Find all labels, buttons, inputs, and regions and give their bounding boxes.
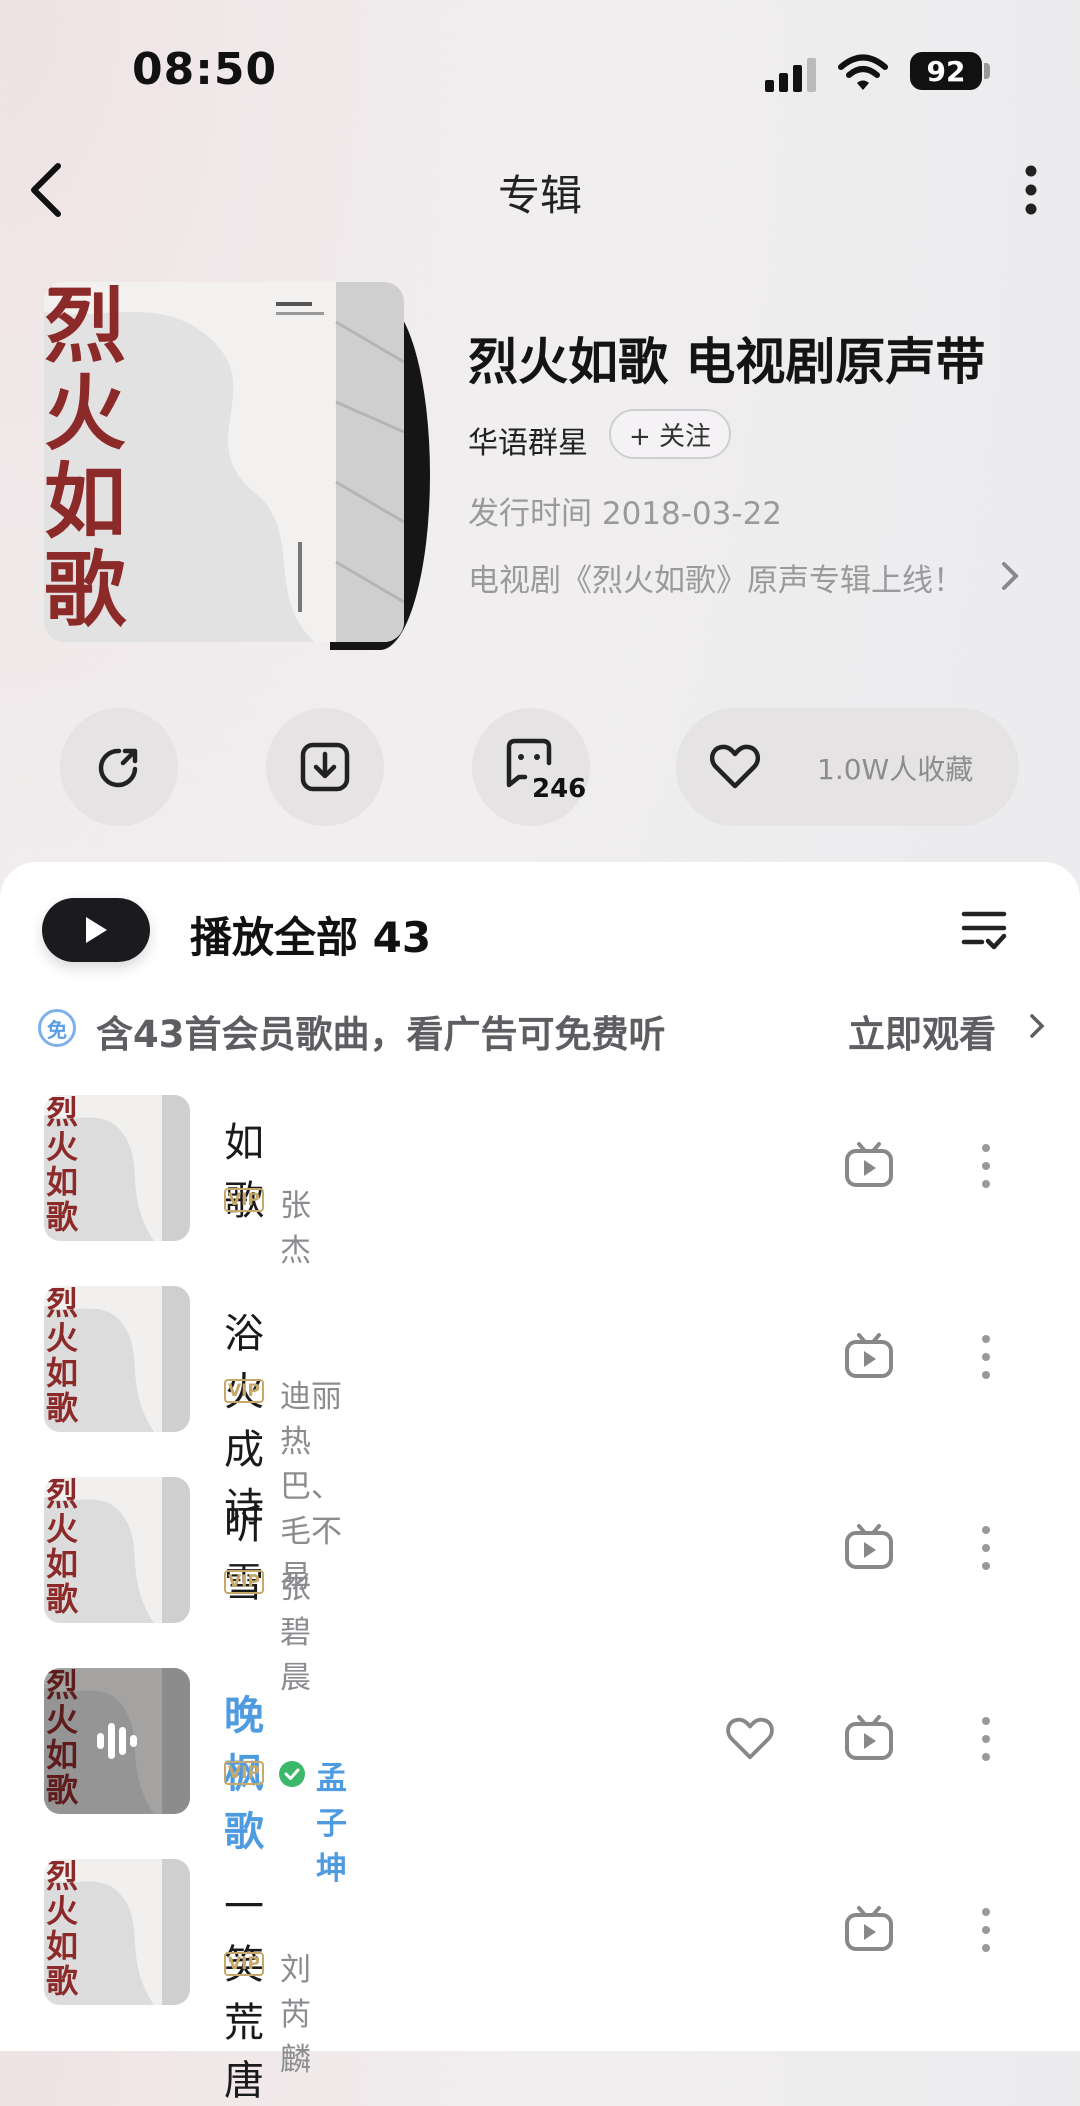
song-more-icon[interactable] xyxy=(976,1524,996,1572)
song-artist[interactable]: 张杰 xyxy=(280,1180,311,1270)
album-description[interactable]: 电视剧《烈火如歌》原声专辑上线！ xyxy=(468,555,964,600)
thumb-calligraphy: 烈火如歌 xyxy=(46,1286,79,1427)
wifi-icon xyxy=(838,54,888,90)
vip-badge: VIP xyxy=(224,1379,264,1403)
free-listen-icon: 免 xyxy=(38,1009,76,1047)
comment-count: 246 xyxy=(532,774,587,804)
vip-badge: VIP xyxy=(224,1761,264,1785)
download-icon xyxy=(300,742,350,792)
favorite-count: 1.0W人收藏 xyxy=(817,753,974,786)
thumb-calligraphy: 烈火如歌 xyxy=(46,1859,79,2000)
song-artist-playing[interactable]: 孟子坤 xyxy=(316,1753,347,1888)
mv-icon[interactable] xyxy=(844,1142,894,1188)
vip-badge: VIP xyxy=(224,1952,264,1976)
song-thumbnail[interactable]: 烈火如歌 xyxy=(44,1859,190,2005)
song-thumbnail[interactable]: 烈火如歌 xyxy=(44,1286,190,1432)
mv-icon[interactable] xyxy=(844,1524,894,1570)
verified-check-icon xyxy=(279,1761,305,1787)
song-more-icon[interactable] xyxy=(976,1715,996,1763)
thumb-calligraphy: 烈火如歌 xyxy=(46,1477,79,1618)
more-options-icon[interactable] xyxy=(1016,164,1046,216)
chevron-right-icon[interactable] xyxy=(1000,560,1020,592)
battery-tip xyxy=(984,63,990,79)
cellular-signal-icon xyxy=(765,58,816,92)
song-thumbnail[interactable]: 烈火如歌 xyxy=(44,1095,190,1241)
mv-icon[interactable] xyxy=(844,1333,894,1379)
song-artist[interactable]: 张碧晨 xyxy=(280,1562,311,1697)
play-icon xyxy=(86,917,107,943)
album-title: 烈火如歌 电视剧原声带 xyxy=(468,333,986,391)
watch-ad-button[interactable]: 立即观看 xyxy=(848,1004,996,1058)
song-more-icon[interactable] xyxy=(976,1333,996,1381)
favorite-heart-button[interactable] xyxy=(676,708,794,826)
share-button[interactable] xyxy=(60,708,178,826)
watch-chevron-icon[interactable] xyxy=(1028,1012,1046,1040)
comment-button[interactable]: 246 xyxy=(472,708,590,826)
play-all-label[interactable]: 播放全部 43 xyxy=(190,904,431,965)
song-title[interactable]: 一笑荒唐 xyxy=(224,1874,264,2106)
song-more-icon[interactable] xyxy=(976,1142,996,1190)
multi-select-icon[interactable] xyxy=(960,908,1008,952)
heart-icon xyxy=(709,744,761,789)
vip-badge: VIP xyxy=(224,1570,264,1594)
song-thumbnail[interactable]: 烈火如歌 xyxy=(44,1477,190,1623)
thumb-calligraphy: 烈火如歌 xyxy=(46,1095,79,1236)
album-cover[interactable]: 烈火如歌 xyxy=(44,282,404,642)
vip-badge: VIP xyxy=(224,1188,264,1212)
mv-icon[interactable] xyxy=(844,1906,894,1952)
vip-banner-text: 含43首会员歌曲，看广告可免费听 xyxy=(96,1013,666,1056)
download-button[interactable] xyxy=(266,708,384,826)
play-all-button[interactable] xyxy=(42,898,150,962)
playing-bars-icon xyxy=(97,1723,137,1759)
song-like-icon[interactable] xyxy=(724,1715,776,1763)
song-artist[interactable]: 刘芮麟 xyxy=(280,1944,311,2079)
battery-indicator: 92 xyxy=(910,52,982,90)
follow-button[interactable]: + 关注 xyxy=(609,409,731,459)
release-date: 发行时间 2018-03-22 xyxy=(468,496,783,532)
song-more-icon[interactable] xyxy=(976,1906,996,1954)
album-artist[interactable]: 华语群星 xyxy=(468,418,588,462)
song-thumbnail-playing[interactable]: 烈火如歌 xyxy=(44,1668,190,1814)
cover-calligraphy: 烈火如歌 xyxy=(44,282,127,638)
page-title: 专辑 xyxy=(497,171,582,220)
status-time: 08:50 xyxy=(132,44,278,95)
mv-icon[interactable] xyxy=(844,1715,894,1761)
share-icon xyxy=(98,748,138,788)
